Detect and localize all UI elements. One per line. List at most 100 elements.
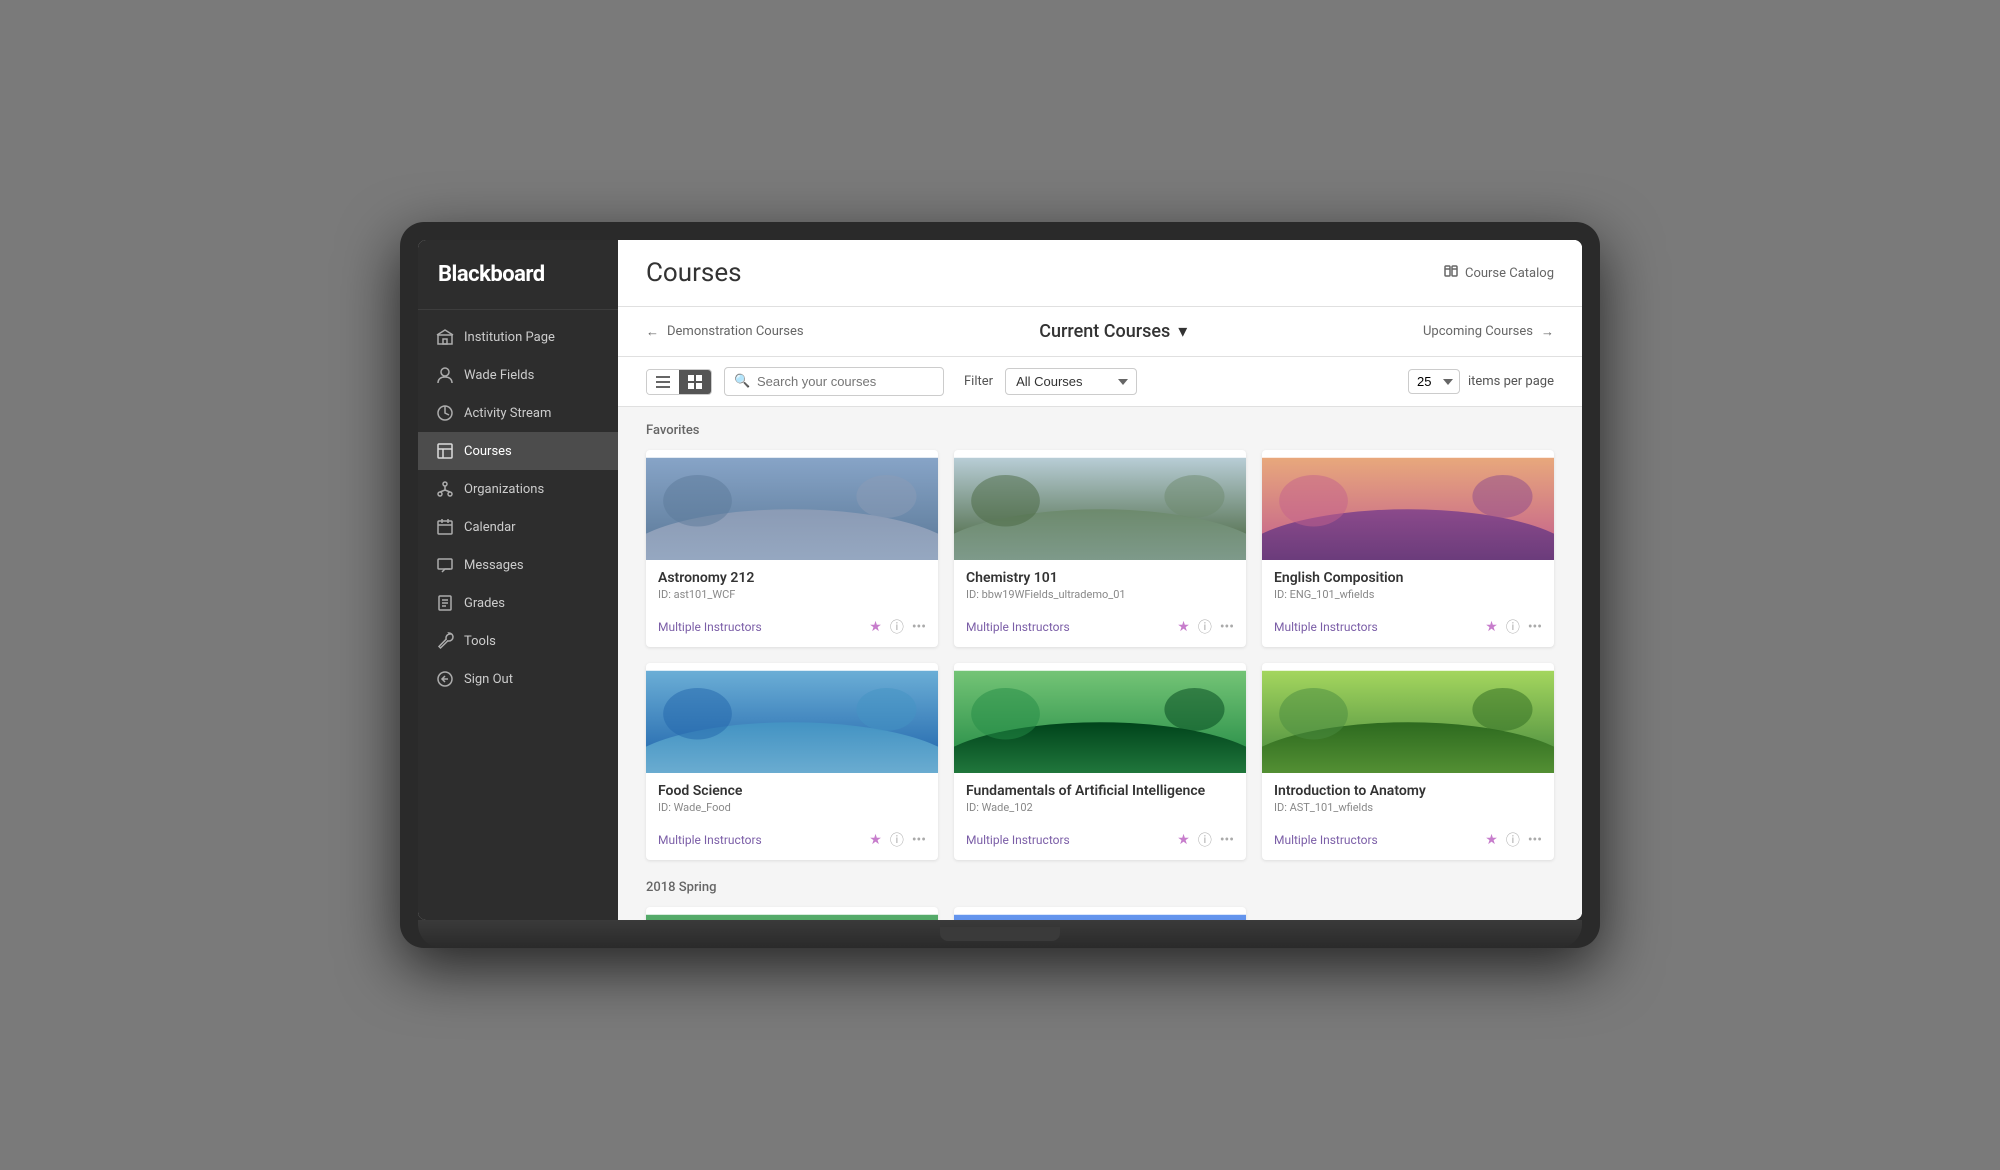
sidebar-label-sign-out: Sign Out: [464, 672, 513, 687]
sidebar-item-activity-stream[interactable]: Activity Stream: [418, 394, 618, 432]
more-options-icon[interactable]: •••: [912, 832, 926, 848]
favorite-icon[interactable]: ★: [1485, 832, 1498, 848]
filter-label: Filter: [964, 374, 993, 389]
course-id: ID: Wade_102: [966, 801, 1234, 814]
grid-view-button[interactable]: [679, 370, 711, 394]
instructors-link[interactable]: Multiple Instructors: [1274, 833, 1485, 847]
course-card[interactable]: Fundamentals of Artificial Intelligence …: [954, 663, 1246, 860]
course-footer: Multiple Instructors ★ ⓘ •••: [1262, 826, 1554, 860]
favorite-icon[interactable]: ★: [1177, 832, 1190, 848]
card-actions: ★ ⓘ •••: [869, 617, 926, 637]
main-content: Courses Course Catalog: [618, 240, 1582, 920]
signout-icon: [436, 670, 454, 688]
current-label: Current Courses: [1039, 321, 1170, 342]
course-footer: Multiple Instructors ★ ⓘ •••: [954, 826, 1246, 860]
sidebar-label-tools: Tools: [464, 634, 496, 649]
sidebar-label-courses: Courses: [464, 444, 512, 459]
course-name: Food Science: [658, 783, 926, 799]
per-page-select[interactable]: 25 50 100: [1408, 369, 1460, 394]
org-icon: [436, 480, 454, 498]
institution-icon: [436, 328, 454, 346]
course-info: Astronomy 212 ID: ast101_WCF: [646, 560, 938, 613]
instructors-link[interactable]: Multiple Instructors: [658, 833, 869, 847]
current-nav[interactable]: Current Courses ▾: [1039, 321, 1187, 342]
instructors-link[interactable]: Multiple Instructors: [658, 620, 869, 634]
favorite-icon[interactable]: ★: [869, 832, 882, 848]
info-icon[interactable]: ⓘ: [1198, 617, 1212, 637]
sidebar-item-calendar[interactable]: Calendar: [418, 508, 618, 546]
course-id: ID: bbw19WFields_ultrademo_01: [966, 588, 1234, 601]
more-options-icon[interactable]: •••: [912, 619, 926, 635]
sidebar-item-institution-page[interactable]: Institution Page: [418, 318, 618, 356]
sidebar-item-organizations[interactable]: Organizations: [418, 470, 618, 508]
card-actions: ★ ⓘ •••: [869, 830, 926, 850]
more-options-icon[interactable]: •••: [1528, 832, 1542, 848]
course-card[interactable]: Food Science ID: Wade_Food Multiple Inst…: [646, 663, 938, 860]
sidebar-item-courses[interactable]: Courses: [418, 432, 618, 470]
more-options-icon[interactable]: •••: [1528, 619, 1542, 635]
course-info: Food Science ID: Wade_Food: [646, 773, 938, 826]
course-name: Astronomy 212: [658, 570, 926, 586]
favorite-icon[interactable]: ★: [1177, 619, 1190, 635]
page-title: Courses: [646, 258, 742, 288]
course-nav-tabs: ← Demonstration Courses Current Courses …: [618, 307, 1582, 357]
next-label: Upcoming Courses: [1423, 324, 1533, 339]
course-id: ID: Wade_Food: [658, 801, 926, 814]
course-footer: Multiple Instructors ★ ⓘ •••: [1262, 613, 1554, 647]
courses-area: Favorites Astronomy 212 ID: ast101_WCF: [618, 407, 1582, 920]
card-actions: ★ ⓘ •••: [1485, 617, 1542, 637]
filter-select[interactable]: All CoursesCurrent CoursesPast CoursesFu…: [1005, 368, 1137, 395]
course-card[interactable]: Course A ID: course_a Multiple Instructo…: [646, 907, 938, 920]
user-icon: [436, 366, 454, 384]
app-logo: Blackboard: [418, 240, 618, 310]
sidebar-label-grades: Grades: [464, 596, 505, 611]
sidebar-item-grades[interactable]: Grades: [418, 584, 618, 622]
sidebar-item-wade-fields[interactable]: Wade Fields: [418, 356, 618, 394]
course-name: English Composition: [1274, 570, 1542, 586]
courses-icon: [436, 442, 454, 460]
view-toggle: [646, 369, 712, 395]
items-per-page: 25 50 100 items per page: [1408, 369, 1554, 394]
favorite-icon[interactable]: ★: [1485, 619, 1498, 635]
course-info: Fundamentals of Artificial Intelligence …: [954, 773, 1246, 826]
toolbar: 🔍 Filter All CoursesCurrent CoursesPast …: [618, 357, 1582, 407]
course-id: ID: AST_101_wfields: [1274, 801, 1542, 814]
sidebar-item-tools[interactable]: Tools: [418, 622, 618, 660]
course-card[interactable]: Astronomy 212 ID: ast101_WCF Multiple In…: [646, 450, 938, 647]
course-card[interactable]: English Composition ID: ENG_101_wfields …: [1262, 450, 1554, 647]
sidebar-label-calendar: Calendar: [464, 520, 516, 535]
course-name: Introduction to Anatomy: [1274, 783, 1542, 799]
right-arrow-icon: →: [1541, 324, 1554, 340]
sidebar-item-messages[interactable]: Messages: [418, 546, 618, 584]
course-card[interactable]: Chemistry 101 ID: bbw19WFields_ultrademo…: [954, 450, 1246, 647]
info-icon[interactable]: ⓘ: [1506, 617, 1520, 637]
calendar-icon: [436, 518, 454, 536]
activity-icon: [436, 404, 454, 422]
course-card[interactable]: Course B ID: course_b Multiple Instructo…: [954, 907, 1246, 920]
sidebar-label-institution-page: Institution Page: [464, 330, 555, 345]
messages-icon: [436, 556, 454, 574]
instructors-link[interactable]: Multiple Instructors: [1274, 620, 1485, 634]
favorite-icon[interactable]: ★: [869, 619, 882, 635]
more-options-icon[interactable]: •••: [1220, 619, 1234, 635]
info-icon[interactable]: ⓘ: [890, 617, 904, 637]
sidebar-label-activity-stream: Activity Stream: [464, 406, 551, 421]
info-icon[interactable]: ⓘ: [1506, 830, 1520, 850]
course-card[interactable]: Introduction to Anatomy ID: AST_101_wfie…: [1262, 663, 1554, 860]
search-input[interactable]: [724, 367, 944, 396]
more-options-icon[interactable]: •••: [1220, 832, 1234, 848]
list-view-button[interactable]: [647, 370, 679, 394]
card-actions: ★ ⓘ •••: [1177, 617, 1234, 637]
sidebar-label-organizations: Organizations: [464, 482, 544, 497]
sidebar-nav: Institution Page Wade Fields Activity St…: [418, 310, 618, 920]
info-icon[interactable]: ⓘ: [1198, 830, 1212, 850]
course-catalog-button[interactable]: Course Catalog: [1443, 263, 1554, 283]
prev-nav[interactable]: ← Demonstration Courses: [646, 324, 804, 340]
course-footer: Multiple Instructors ★ ⓘ •••: [646, 613, 938, 647]
course-name: Chemistry 101: [966, 570, 1234, 586]
info-icon[interactable]: ⓘ: [890, 830, 904, 850]
instructors-link[interactable]: Multiple Instructors: [966, 833, 1177, 847]
next-nav[interactable]: Upcoming Courses →: [1423, 324, 1554, 340]
sidebar-item-sign-out[interactable]: Sign Out: [418, 660, 618, 698]
instructors-link[interactable]: Multiple Instructors: [966, 620, 1177, 634]
